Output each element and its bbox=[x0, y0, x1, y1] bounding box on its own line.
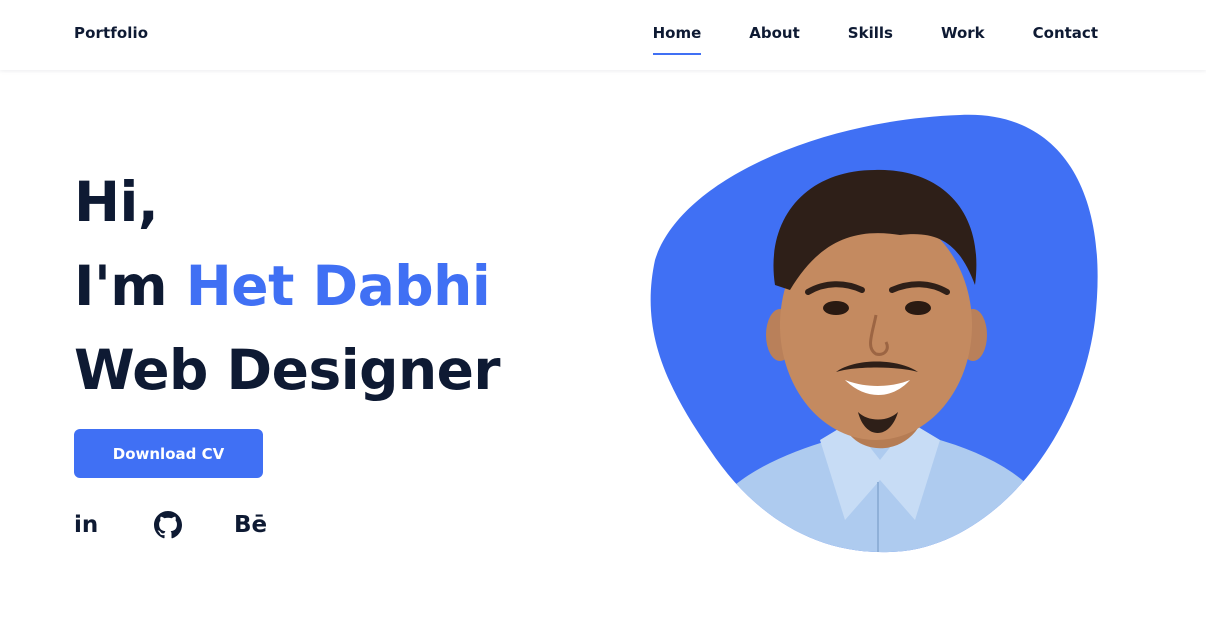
linkedin-icon: in bbox=[74, 512, 99, 538]
hero-section: Hi, I'm Het Dabhi Web Designer bbox=[74, 160, 501, 412]
nav-skills[interactable]: Skills bbox=[848, 24, 893, 42]
github-icon bbox=[154, 511, 182, 539]
profile-image bbox=[640, 110, 1106, 560]
github-link[interactable] bbox=[154, 508, 234, 542]
profile-photo bbox=[650, 114, 1098, 553]
nav-work[interactable]: Work bbox=[941, 24, 985, 42]
logo[interactable]: Portfolio bbox=[74, 24, 148, 42]
behance-link[interactable]: Bē bbox=[234, 508, 314, 542]
nav-home[interactable]: Home bbox=[652, 24, 701, 55]
hero-name: Het Dabhi bbox=[185, 254, 491, 318]
behance-icon: Bē bbox=[234, 512, 268, 538]
nav-about[interactable]: About bbox=[749, 24, 800, 42]
hero-intro-prefix: I'm bbox=[74, 254, 186, 318]
social-links: in Bē bbox=[74, 508, 314, 542]
hero-role: Web Designer bbox=[74, 338, 501, 402]
download-cv-button[interactable]: Download CV bbox=[74, 429, 263, 478]
nav-contact[interactable]: Contact bbox=[1033, 24, 1098, 42]
main-nav: Home About Skills Work Contact bbox=[605, 24, 1098, 55]
site-header: Portfolio Home About Skills Work Contact bbox=[0, 0, 1206, 70]
hero-intro: I'm Het Dabhi bbox=[74, 244, 500, 328]
hero-greeting: Hi, bbox=[74, 170, 159, 234]
linkedin-link[interactable]: in bbox=[74, 508, 154, 542]
